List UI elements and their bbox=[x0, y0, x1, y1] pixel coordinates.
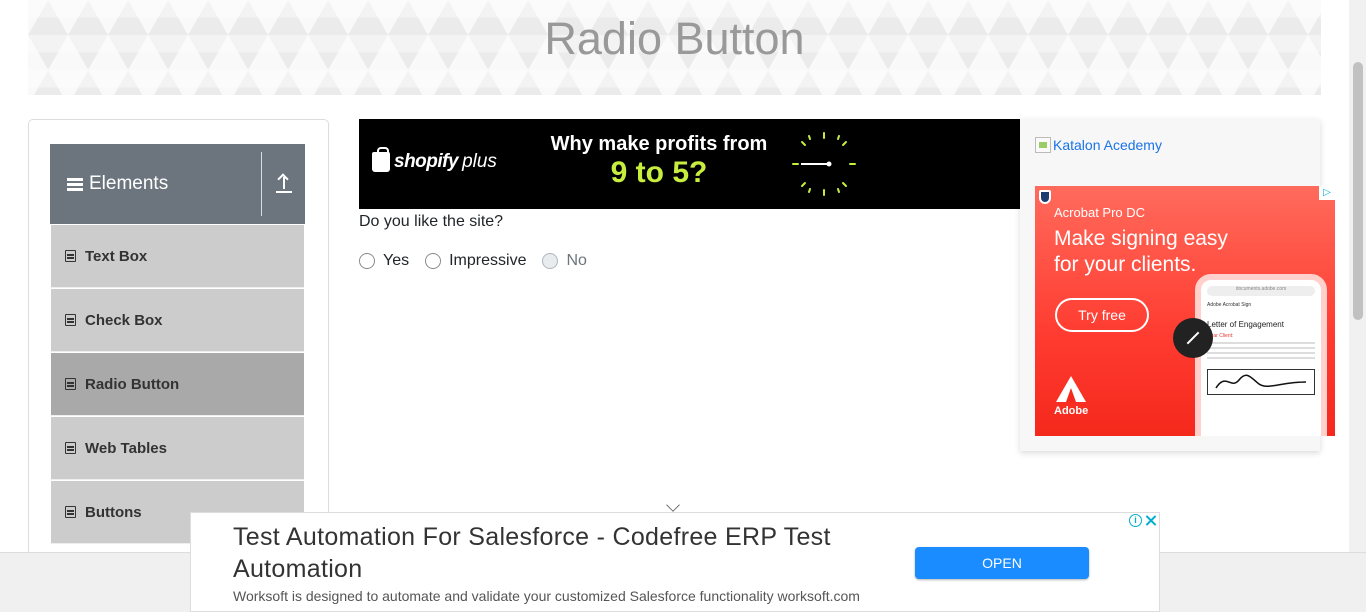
document-icon bbox=[65, 442, 76, 454]
adobe-product-name: Acrobat Pro DC bbox=[1054, 205, 1146, 220]
vertical-scrollbar[interactable] bbox=[1349, 0, 1366, 552]
ad-close-icon[interactable] bbox=[1144, 514, 1157, 527]
signature-box bbox=[1207, 369, 1315, 395]
scrollbar-thumb[interactable] bbox=[1353, 62, 1363, 320]
shopping-bag-icon bbox=[372, 147, 390, 172]
radio-impressive[interactable] bbox=[425, 253, 442, 269]
ad-info-icon[interactable]: i bbox=[1129, 514, 1142, 527]
sidebar-item-web-tables[interactable]: Web Tables bbox=[50, 416, 305, 480]
radio-no bbox=[542, 253, 559, 269]
katalon-academy-link[interactable]: Katalon Acedemy bbox=[1035, 137, 1162, 153]
sidebar-group-header[interactable]: Elements bbox=[50, 144, 305, 224]
sidebar-item-label: Web Tables bbox=[85, 439, 167, 457]
ad-headline[interactable]: Test Automation For Salesforce - Codefre… bbox=[233, 521, 893, 585]
adobe-tagline: Make signing easy for your clients. bbox=[1054, 227, 1228, 276]
ad-description: Worksoft is designed to automate and val… bbox=[233, 588, 860, 604]
page-header-banner: Radio Button bbox=[28, 0, 1321, 95]
page: Radio Button Elements Text Box Check Box bbox=[0, 0, 1366, 612]
ad-controls: i bbox=[1129, 514, 1157, 527]
radio-option-impressive[interactable]: Impressive bbox=[425, 252, 526, 270]
sidebar-menu: Text Box Check Box Radio Button Web Tabl… bbox=[50, 224, 305, 544]
document-icon bbox=[65, 506, 76, 518]
adobe-acrobat-ad[interactable]: ▷ Acrobat Pro DC Make signing easy for y… bbox=[1035, 186, 1335, 436]
page-title: Radio Button bbox=[544, 12, 805, 64]
try-free-button[interactable]: Try free bbox=[1055, 298, 1149, 332]
phone-url-bar: documents.adobe.com bbox=[1207, 286, 1315, 296]
sidebar-item-label: Text Box bbox=[85, 247, 148, 265]
sidebar-item-label: Radio Button bbox=[85, 375, 180, 393]
adobe-logo: Adobe bbox=[1054, 376, 1088, 417]
clock-icon bbox=[792, 132, 856, 196]
shopify-headline-line2: 9 to 5? bbox=[610, 156, 708, 189]
document-icon bbox=[65, 314, 76, 326]
sidebar-group-label: Elements bbox=[89, 173, 169, 194]
hamburger-icon bbox=[67, 177, 83, 191]
phone-doc-greeting: Dear Client: bbox=[1207, 333, 1234, 339]
radio-option-no: No bbox=[542, 252, 587, 270]
sidebar-item-radio-button[interactable]: Radio Button bbox=[50, 352, 305, 416]
shopify-wordmark: shopify bbox=[394, 151, 459, 172]
radio-impressive-label[interactable]: Impressive bbox=[449, 252, 526, 270]
sidebar-item-text-box[interactable]: Text Box bbox=[50, 224, 305, 288]
radio-no-label: No bbox=[566, 252, 587, 269]
shopify-banner-ad[interactable]: shopify plus Why make profits from 9 to 5… bbox=[359, 119, 1020, 209]
shopify-headline-line1: Why make profits from bbox=[550, 133, 768, 155]
sidebar-item-label: Check Box bbox=[85, 311, 163, 329]
phone-doc-lines bbox=[1207, 342, 1315, 359]
bottom-banner-ad[interactable]: i Test Automation For Salesforce - Codef… bbox=[190, 512, 1160, 612]
question-text: Do you like the site? bbox=[359, 213, 504, 230]
pen-sign-icon bbox=[1173, 318, 1213, 358]
adobe-brand-name: Adobe bbox=[1054, 405, 1089, 417]
collapse-toggle[interactable] bbox=[262, 152, 305, 216]
shopify-headline: Why make profits from 9 to 5? bbox=[529, 133, 789, 190]
chevron-down-icon[interactable] bbox=[666, 498, 680, 512]
katalon-alt-text[interactable]: Katalon Acedemy bbox=[1053, 137, 1162, 153]
radio-group: Yes Impressive No bbox=[359, 252, 603, 270]
phone-doc-title: Letter of Engagement bbox=[1207, 320, 1284, 329]
radio-yes[interactable] bbox=[359, 253, 375, 269]
privacy-shield-icon[interactable] bbox=[1039, 190, 1051, 204]
radio-option-yes[interactable]: Yes bbox=[359, 252, 409, 270]
sidebar-group-title[interactable]: Elements bbox=[50, 152, 262, 216]
adobe-mark-icon bbox=[1056, 376, 1087, 402]
phone-mockup: documents.adobe.com Adobe Acrobat Sign L… bbox=[1195, 274, 1327, 436]
phone-app-name: Adobe Acrobat Sign bbox=[1207, 302, 1252, 308]
upload-arrow-icon bbox=[275, 173, 293, 193]
signature-scribble-icon bbox=[1215, 374, 1307, 389]
radio-yes-label[interactable]: Yes bbox=[383, 252, 409, 270]
document-icon bbox=[65, 378, 76, 390]
sidebar-item-check-box[interactable]: Check Box bbox=[50, 288, 305, 352]
shopify-logo: shopify plus bbox=[372, 147, 497, 173]
open-button[interactable]: OPEN bbox=[915, 547, 1089, 579]
adchoices-icon[interactable]: ▷ bbox=[1319, 186, 1335, 200]
sidebar-item-label: Buttons bbox=[85, 503, 142, 521]
broken-image-icon bbox=[1035, 137, 1051, 153]
shopify-plus-wordmark: plus bbox=[462, 151, 497, 172]
document-icon bbox=[65, 250, 76, 262]
